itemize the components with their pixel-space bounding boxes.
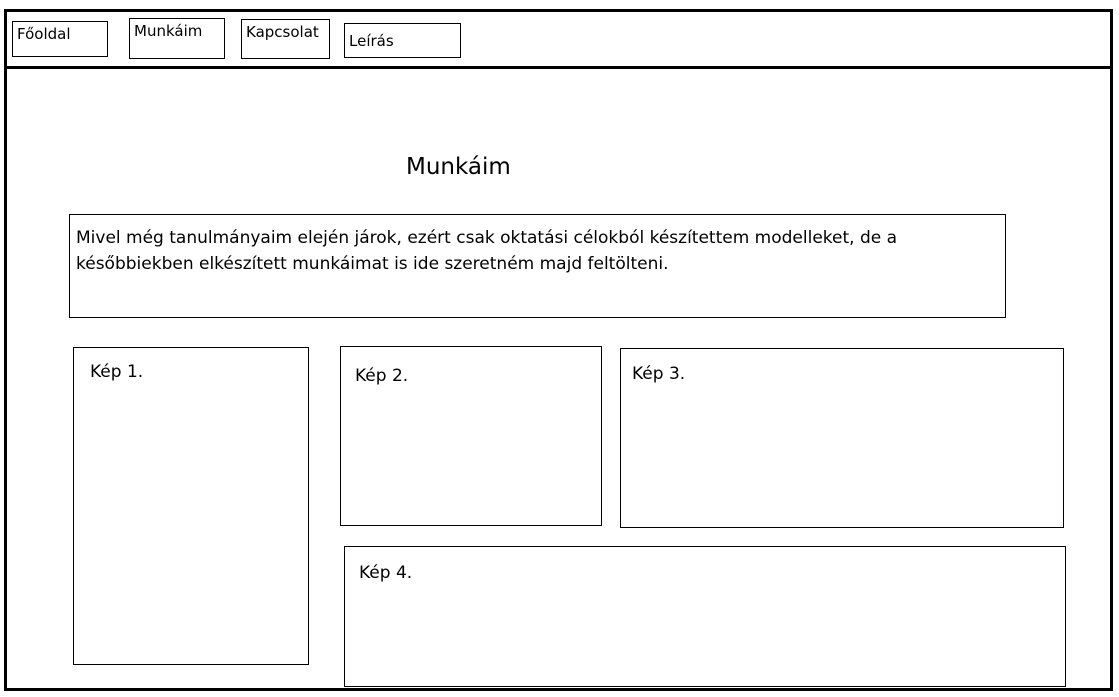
intro-text: Mivel még tanulmányaim elején járok, ezé… bbox=[76, 228, 898, 274]
intro-box: Mivel még tanulmányaim elején járok, ezé… bbox=[69, 214, 1006, 318]
image-placeholder-4[interactable]: Kép 4. bbox=[344, 546, 1066, 687]
image-label-3: Kép 3. bbox=[632, 364, 686, 384]
nav-item-fooldal[interactable]: Főoldal bbox=[12, 21, 108, 57]
nav-item-leiras[interactable]: Leírás bbox=[344, 23, 461, 58]
image-placeholder-1[interactable]: Kép 1. bbox=[73, 347, 309, 665]
nav-item-munkaim[interactable]: Munkáim bbox=[129, 18, 225, 59]
nav-item-kapcsolat[interactable]: Kapcsolat bbox=[241, 19, 330, 59]
image-placeholder-3[interactable]: Kép 3. bbox=[620, 348, 1064, 528]
header-divider bbox=[4, 66, 1113, 69]
image-label-2: Kép 2. bbox=[355, 366, 409, 386]
image-label-1: Kép 1. bbox=[90, 362, 144, 382]
image-placeholder-2[interactable]: Kép 2. bbox=[340, 346, 602, 526]
image-label-4: Kép 4. bbox=[359, 563, 413, 583]
page-title: Munkáim bbox=[406, 154, 511, 180]
